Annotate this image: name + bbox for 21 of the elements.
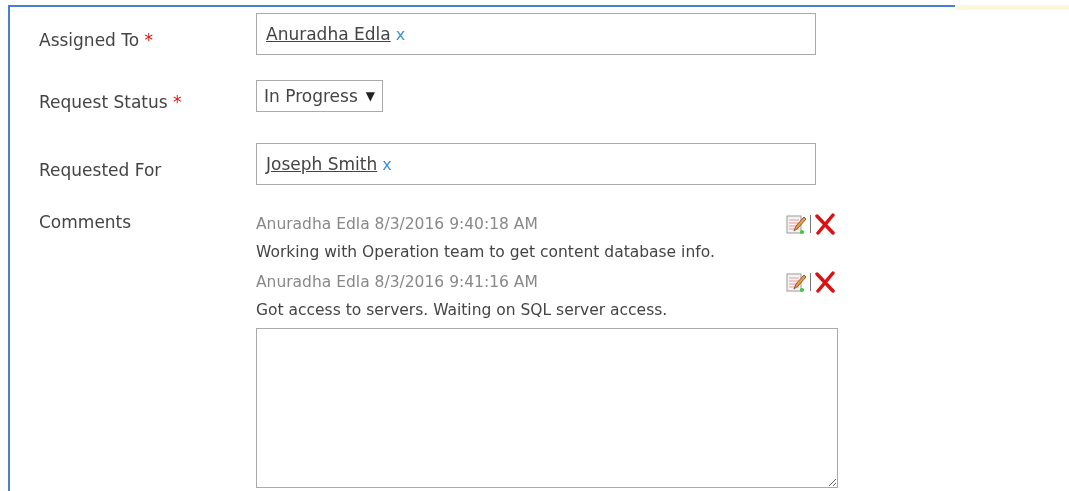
comment-text: Got access to servers. Waiting on SQL server access. (256, 300, 669, 321)
dropdown-arrow: ▼ (365, 89, 375, 103)
edit-notes-icon[interactable] (785, 213, 807, 235)
person-link[interactable]: Anuradha Edla (266, 24, 391, 44)
field-label: Assigned To * (39, 29, 155, 50)
field-label: Requested For (39, 159, 163, 180)
required-mark: * (173, 92, 182, 112)
status-dropdown[interactable]: In Progress ▼ (256, 80, 383, 112)
delete-icon[interactable] (814, 271, 836, 293)
people-picker-field[interactable]: Joseph Smith x (256, 143, 816, 185)
required-mark: * (144, 30, 154, 50)
comment-input[interactable] (256, 328, 838, 488)
people-picker-field[interactable]: Anuradha Edla x (256, 13, 816, 55)
comment-meta: Anuradha Edla 8/3/2016 9:40:18 AM (256, 215, 538, 233)
edit-notes-icon[interactable] (785, 271, 807, 293)
person-link[interactable]: Joseph Smith (266, 154, 378, 174)
delete-icon[interactable] (814, 213, 836, 235)
field-label: Comments (39, 211, 133, 232)
field-label: Request Status * (39, 91, 183, 112)
comment-text: Working with Operation team to get content database info. (256, 242, 716, 263)
comment-meta: Anuradha Edla 8/3/2016 9:41:16 AM (256, 273, 538, 291)
